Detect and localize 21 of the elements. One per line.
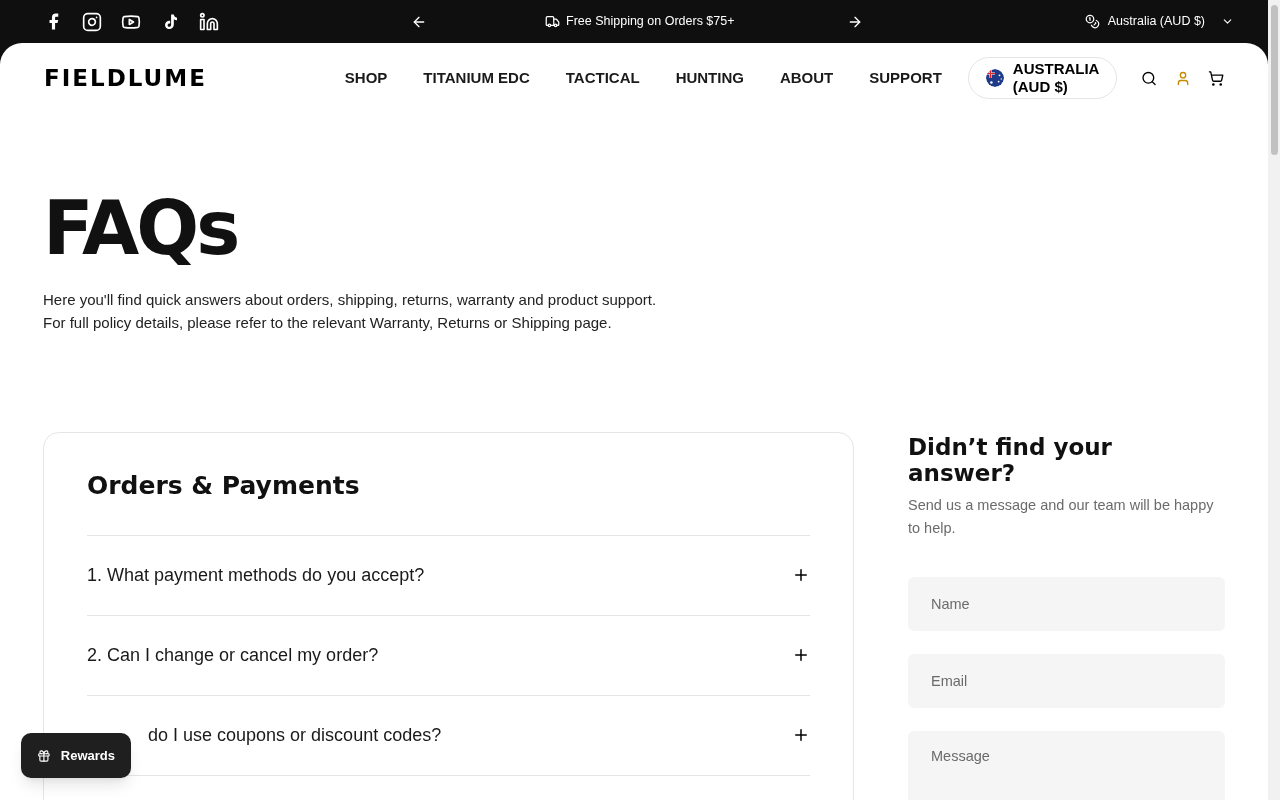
page-title: FAQs: [43, 188, 239, 268]
input-field[interactable]: Email: [908, 654, 1225, 708]
contact-title: Didn’t find your answer?: [908, 434, 1113, 486]
contact-subtitle: Send us a message and our team will be happy to help.: [908, 496, 1215, 538]
nav-link[interactable]: ABOUT: [779, 66, 834, 90]
input-field[interactable]: Name: [908, 577, 1225, 631]
section-title: Orders & Payments: [87, 467, 810, 536]
rewards-button[interactable]: Rewards: [21, 733, 131, 778]
nav-link[interactable]: HUNTING: [675, 66, 744, 90]
intro-text: Here you'll find quick answers about orders, shipping, returns, warranty and product support. For full policy details, please refer to the relevant Warranty, Returns or Shipping page.: [43, 290, 658, 333]
nav-link[interactable]: TITANIUM EDC: [423, 66, 530, 90]
faq-question[interactable]: 2. Can I change or cancel my order?: [87, 641, 379, 669]
faq-question[interactable]: 1. What payment methods do you accept?: [87, 561, 425, 589]
message-field[interactable]: Message: [908, 731, 1225, 800]
nav-link[interactable]: SUPPORT: [869, 66, 942, 90]
currency-selector[interactable]: Australia (AUD $): [1107, 12, 1205, 31]
faq-question[interactable]: do I use coupons or discount codes?: [148, 721, 442, 749]
nav-link[interactable]: TACTICAL: [565, 66, 640, 90]
announcement-text: Free Shipping on Orders $75+: [566, 13, 735, 31]
nav-link[interactable]: SHOP: [344, 66, 388, 90]
logo[interactable]: FIELDLUME: [44, 60, 207, 96]
